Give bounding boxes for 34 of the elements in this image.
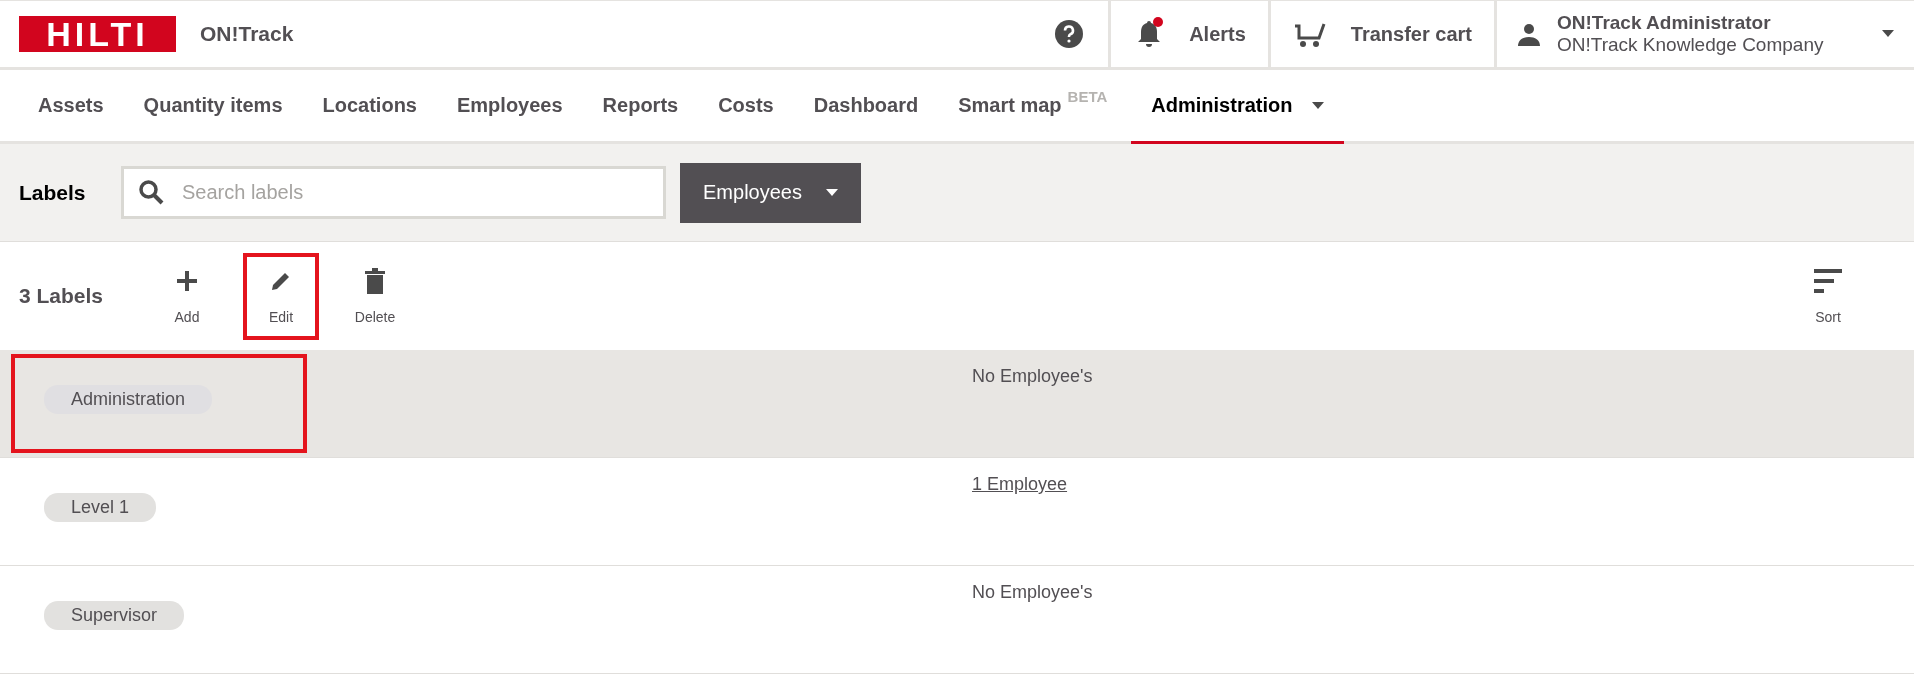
company-logo[interactable]: HILTI — [19, 16, 176, 52]
transfer-cart-button[interactable]: Transfer cart — [1267, 1, 1494, 67]
toolbar-button[interactable]: Delete — [337, 252, 413, 340]
nav-tab[interactable]: Employees — [437, 70, 583, 144]
nav-tab[interactable]: Costs — [698, 70, 794, 144]
user-menu[interactable]: ON!Track Administrator ON!Track Knowledge Company — [1494, 1, 1914, 67]
nav-tab[interactable]: Locations — [302, 70, 437, 144]
nav-tab[interactable]: Dashboard — [793, 70, 939, 144]
caret-icon — [1882, 30, 1894, 38]
sort-button[interactable]: Sort — [1790, 252, 1866, 340]
label-count: 3 Labels — [19, 284, 105, 308]
app-name: ON!Track — [200, 22, 294, 46]
nav-tab[interactable]: Smart map $^{BETA}$ — [938, 70, 1128, 144]
label-tag: Level 1 — [44, 493, 157, 522]
label-tag: Supervisor — [44, 601, 185, 630]
trash-icon — [365, 267, 385, 295]
page-title: Labels — [19, 180, 87, 205]
label-row[interactable]: Administration No Employee's — [0, 350, 1914, 458]
employees-link[interactable]: 1 Employee — [972, 458, 1068, 495]
employees-text: No Employee's — [972, 581, 1093, 603]
nav-tab[interactable]: Assets — [18, 70, 124, 144]
label-tag: Administration — [44, 385, 213, 414]
caret-icon — [825, 188, 838, 197]
nav-tab[interactable]: Reports — [582, 70, 699, 144]
alerts-button[interactable]: Alerts — [1108, 1, 1268, 67]
type-dropdown[interactable]: Employees — [680, 162, 861, 223]
person-icon — [1517, 22, 1541, 46]
sort-icon — [1814, 267, 1842, 295]
nav-tab[interactable]: Quantity items — [123, 70, 303, 144]
help-icon — [1054, 19, 1085, 49]
search-field[interactable]: Search labels — [121, 166, 666, 219]
employees-text: No Employee's — [972, 365, 1093, 387]
toolbar-button[interactable]: Edit — [243, 252, 319, 340]
toolbar-button[interactable]: Add — [149, 252, 225, 340]
